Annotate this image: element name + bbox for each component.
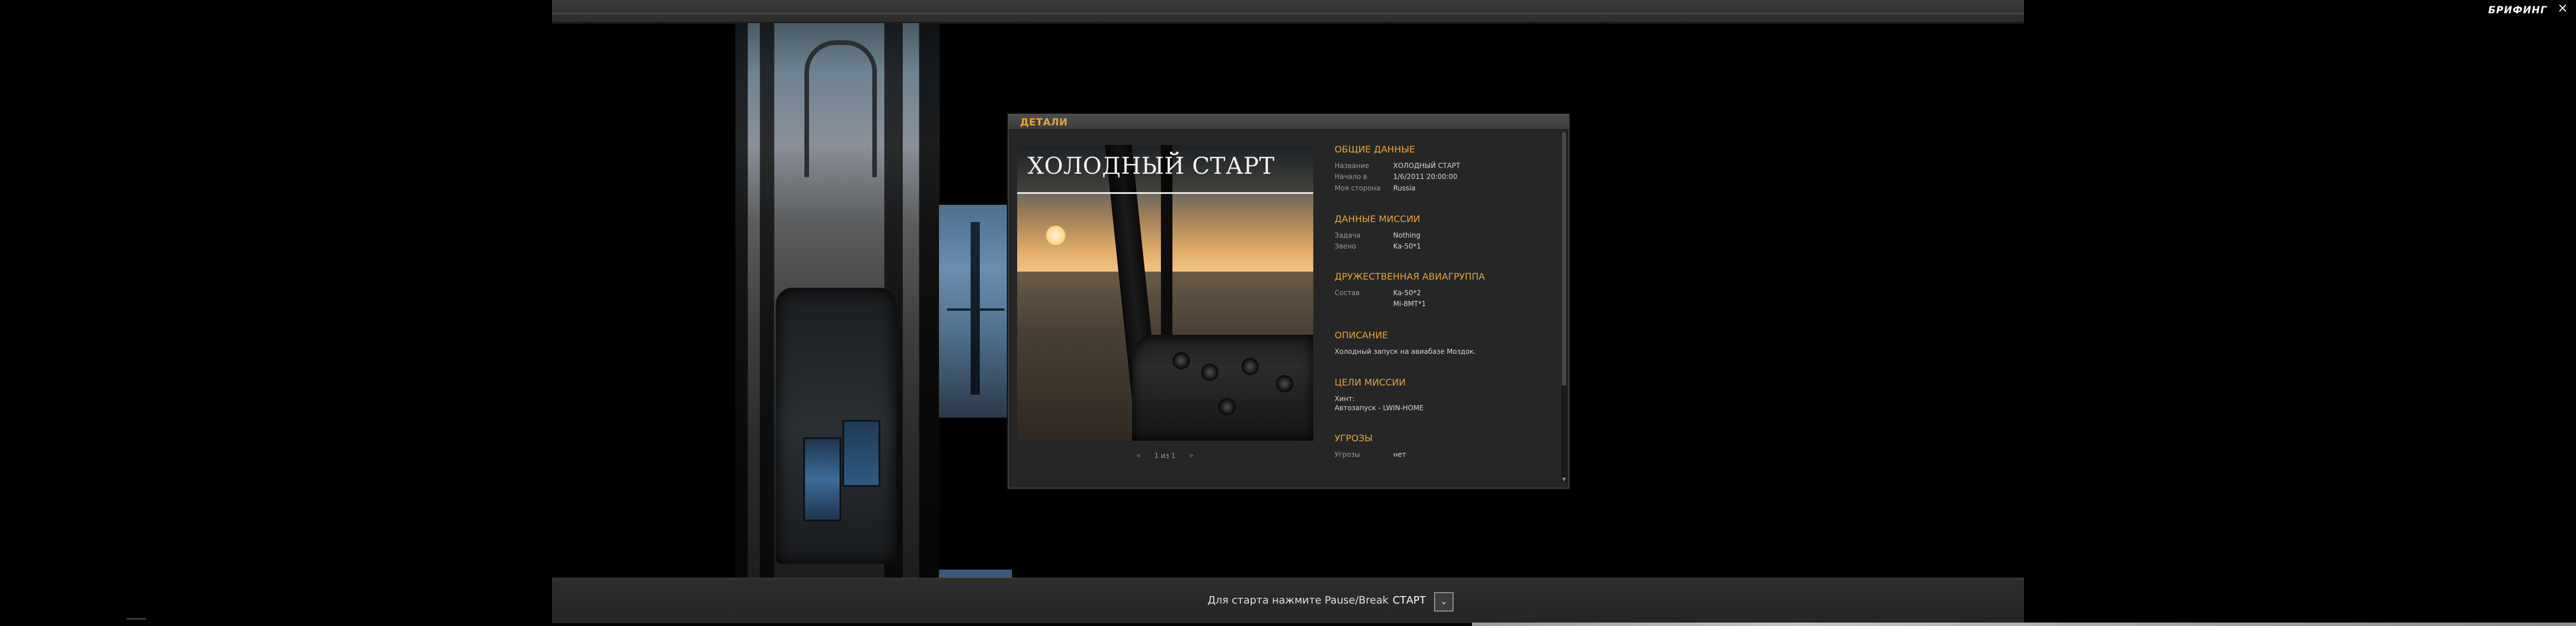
scroll-down-icon[interactable]: ▼ <box>1561 476 1567 483</box>
field-value: Russia <box>1393 184 1416 192</box>
field-value: ХОЛОДНЫЙ СТАРТ <box>1393 162 1460 170</box>
pager-text: 1 из 1 <box>1154 452 1176 460</box>
field-value: нет <box>1393 451 1406 459</box>
scroll-thumb[interactable] <box>1562 132 1566 385</box>
details-header: ДЕТАЛИ <box>1009 114 1569 130</box>
field-value: Mi-8MT*1 <box>1393 300 1426 308</box>
canopy-frame <box>804 40 877 177</box>
start-label[interactable]: СТАРТ <box>1393 594 1426 606</box>
field-label: Угрозы <box>1335 451 1360 459</box>
details-scrollbar[interactable]: ▲ ▼ <box>1560 132 1567 483</box>
field-label: Звено <box>1335 242 1356 250</box>
field-value: Ka-50*2 <box>1393 289 1421 297</box>
instrument-panel <box>1132 335 1313 441</box>
field-label: Задача <box>1335 231 1361 239</box>
sun <box>1046 226 1065 245</box>
rotor-blade <box>947 308 1005 311</box>
gauge-icon <box>1201 364 1218 381</box>
gauge-icon <box>1276 375 1293 392</box>
top-bar <box>552 0 2024 24</box>
section-description-heading: ОПИСАНИЕ <box>1335 330 1388 341</box>
desktop-fragment <box>1472 623 2576 626</box>
cockpit-display <box>803 437 841 521</box>
image-title: ХОЛОДНЫЙ СТАРТ <box>1028 153 1275 180</box>
field-label: Начало в <box>1335 173 1367 181</box>
field-value: Ka-50*1 <box>1393 242 1421 250</box>
section-friendly-heading: ДРУЖЕСТВЕННАЯ АВИАГРУППА <box>1335 271 1485 282</box>
cockpit-view-background <box>735 23 940 578</box>
briefing-screen: БРИФИНГ × ДЕТАЛИ ХОЛОДНЫЙ СТАРТ « 1 из 1… <box>0 0 2576 626</box>
objective-line: Автозапуск - LWIN-HOME <box>1335 404 1424 412</box>
details-panel: ДЕТАЛИ ХОЛОДНЫЙ СТАРТ « 1 из 1 » ОБЩИЕ Д… <box>1008 114 1569 488</box>
gauge-icon <box>1218 398 1236 415</box>
section-general-heading: ОБЩИЕ ДАННЫЕ <box>1335 144 1415 155</box>
details-title: ДЕТАЛИ <box>1020 117 1068 128</box>
mission-info: ОБЩИЕ ДАННЫЕ Название ХОЛОДНЫЙ СТАРТ Нач… <box>1335 130 1556 488</box>
close-icon[interactable]: × <box>2558 2 2568 15</box>
details-body: ХОЛОДНЫЙ СТАРТ « 1 из 1 » ОБЩИЕ ДАННЫЕ Н… <box>1009 130 1569 488</box>
helicopter-view-background <box>939 205 1012 418</box>
field-value: 1/6/2011 20:00:00 <box>1393 173 1458 181</box>
field-value: Nothing <box>1393 231 1421 239</box>
taskbar-fragment <box>126 618 146 620</box>
image-title-overlay: ХОЛОДНЫЙ СТАРТ <box>1017 145 1313 194</box>
description-text: Холодный запуск на авиабазе Моздок. <box>1335 348 1476 356</box>
start-hint: Для старта нажмите Pause/Break <box>1208 594 1389 606</box>
start-button[interactable]: СТАРТ ⌄ <box>1393 590 1479 612</box>
field-label: Состав <box>1335 289 1360 297</box>
gauge-icon <box>1172 352 1190 369</box>
cockpit-display <box>842 420 880 487</box>
objective-line: Хинт: <box>1335 395 1355 403</box>
mission-image: ХОЛОДНЫЙ СТАРТ <box>1017 145 1313 441</box>
chevron-down-icon[interactable]: ⌄ <box>1434 592 1454 612</box>
bottom-bar: Для старта нажмите Pause/Break СТАРТ ⌄ <box>552 578 2024 623</box>
gauge-icon <box>1241 358 1259 375</box>
prev-image-icon[interactable]: « <box>1136 452 1141 460</box>
section-threats-heading: УГРОЗЫ <box>1335 433 1373 444</box>
field-label: Моя сторона <box>1335 184 1381 192</box>
image-pager: « 1 из 1 » <box>1136 450 1194 461</box>
field-label: Название <box>1335 162 1370 170</box>
window-title: БРИФИНГ <box>2488 5 2547 16</box>
scene-fragment <box>939 570 1012 578</box>
next-image-icon[interactable]: » <box>1189 452 1194 460</box>
section-mission-heading: ДАННЫЕ МИССИИ <box>1335 213 1420 224</box>
section-objectives-heading: ЦЕЛИ МИССИИ <box>1335 377 1406 388</box>
